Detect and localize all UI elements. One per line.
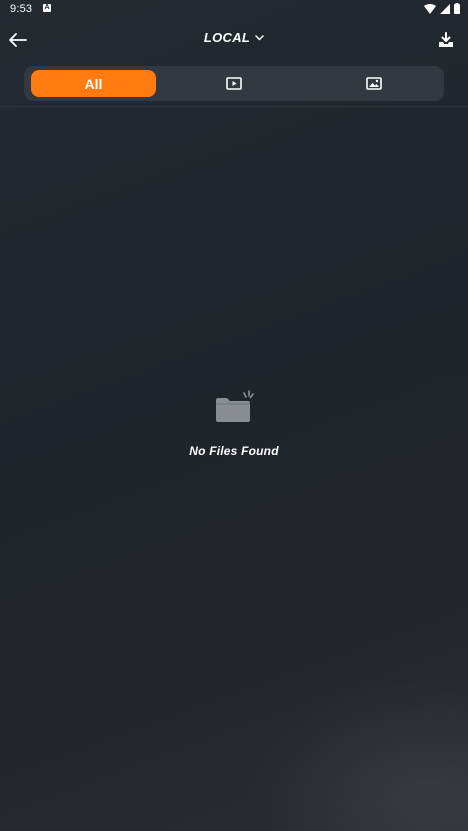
status-time: 9:53: [10, 3, 33, 15]
signal-icon: [440, 3, 450, 14]
empty-state: No Files Found: [0, 388, 468, 458]
image-icon: [366, 77, 382, 90]
status-bar: 9:53 A: [0, 0, 468, 20]
notification-icon: A: [43, 4, 51, 12]
source-selector[interactable]: LOCAL: [0, 30, 468, 45]
chevron-down-icon: [255, 34, 264, 41]
page-title: LOCAL: [203, 30, 251, 45]
download-button[interactable]: [434, 28, 458, 52]
empty-message: No Files Found: [189, 444, 279, 458]
tab-image[interactable]: [314, 66, 434, 101]
header-divider: [0, 106, 468, 107]
tab-all[interactable]: All: [31, 70, 156, 97]
empty-folder-icon: [216, 390, 254, 422]
top-app-bar: LOCAL: [0, 24, 468, 56]
media-filter-tabs: All: [24, 66, 444, 101]
video-icon: [226, 77, 242, 90]
wifi-icon: [424, 3, 436, 14]
system-icons: [424, 3, 460, 14]
download-icon: [439, 32, 453, 47]
battery-icon: [454, 3, 460, 14]
tab-video[interactable]: [174, 66, 294, 101]
